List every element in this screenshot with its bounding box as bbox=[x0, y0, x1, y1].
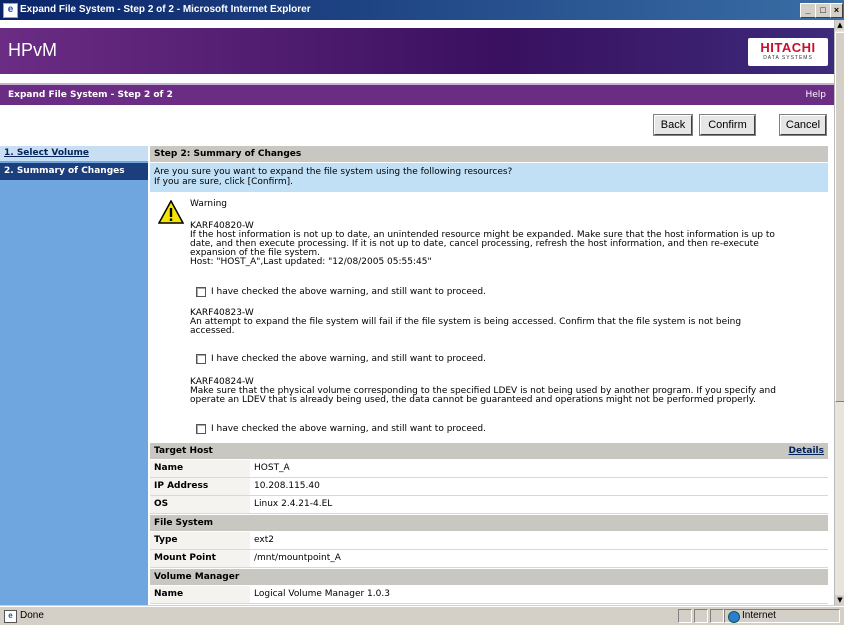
page-title-bar: Expand File System - Step 2 of 2 Help bbox=[0, 83, 834, 105]
table-row: Mount Point /mnt/mountpoint_A bbox=[150, 550, 828, 568]
close-icon[interactable]: × bbox=[830, 3, 843, 18]
sidebar-item-summary-of-changes: 2. Summary of Changes bbox=[0, 163, 148, 180]
checkbox-box[interactable] bbox=[196, 287, 206, 297]
acknowledge-checkbox[interactable]: I have checked the above warning, and st… bbox=[196, 354, 486, 364]
ie-logo-icon: e bbox=[3, 3, 18, 18]
app-banner: HPvM HITACHI DATA SYSTEMS bbox=[0, 28, 834, 74]
acknowledge-checkbox[interactable]: I have checked the above warning, and st… bbox=[196, 424, 486, 434]
table-row: OS Linux 2.4.21-4.EL bbox=[150, 496, 828, 514]
status-bar: e Done Internet bbox=[0, 606, 844, 625]
vertical-scrollbar[interactable]: ▲ ▼ bbox=[834, 20, 844, 605]
details-link[interactable]: Details bbox=[789, 443, 824, 459]
page-title: Expand File System - Step 2 of 2 bbox=[8, 90, 173, 100]
file-system-heading: File System bbox=[150, 515, 828, 531]
zone-label: Internet bbox=[742, 610, 776, 621]
warning-message: KARF40824-W Make sure that the physical … bbox=[190, 377, 776, 405]
main-content: Step 2: Summary of Changes Are you sure … bbox=[150, 146, 828, 605]
table-row: Name Logical Volume Manager 1.0.3 bbox=[150, 586, 828, 604]
scroll-thumb[interactable] bbox=[835, 32, 844, 402]
acknowledge-checkbox[interactable]: I have checked the above warning, and st… bbox=[196, 287, 486, 297]
minimize-icon[interactable]: _ bbox=[800, 3, 816, 18]
window-titlebar: e Expand File System - Step 2 of 2 - Mic… bbox=[0, 0, 844, 20]
confirm-button[interactable]: Confirm bbox=[699, 114, 756, 136]
product-name: HPvM bbox=[8, 40, 57, 60]
warning-icon bbox=[158, 200, 184, 224]
cancel-button[interactable]: Cancel bbox=[779, 114, 827, 136]
target-host-heading: Target Host Details bbox=[150, 443, 828, 459]
page-icon: e bbox=[4, 610, 17, 623]
status-text: Done bbox=[20, 610, 44, 621]
wizard-sidebar: 1. Select Volume 2. Summary of Changes bbox=[0, 146, 148, 605]
scroll-down-icon[interactable]: ▼ bbox=[835, 595, 844, 605]
step-heading: Step 2: Summary of Changes bbox=[150, 146, 828, 162]
help-link[interactable]: Help bbox=[805, 85, 826, 105]
internet-globe-icon bbox=[728, 611, 740, 623]
browser-viewport: HPvM HITACHI DATA SYSTEMS Expand File Sy… bbox=[0, 20, 834, 605]
maximize-icon[interactable]: □ bbox=[815, 3, 831, 18]
table-row: Name HOST_A bbox=[150, 460, 828, 478]
table-row: IP Address 10.208.115.40 bbox=[150, 478, 828, 496]
volume-manager-heading: Volume Manager bbox=[150, 569, 828, 585]
warning-message: KARF40820-W If the host information is n… bbox=[190, 221, 775, 267]
sidebar-item-select-volume[interactable]: 1. Select Volume bbox=[0, 146, 148, 161]
window-title: Expand File System - Step 2 of 2 - Micro… bbox=[20, 4, 311, 15]
checkbox-box[interactable] bbox=[196, 354, 206, 364]
back-button[interactable]: Back bbox=[653, 114, 693, 136]
scroll-up-icon[interactable]: ▲ bbox=[835, 20, 844, 30]
confirmation-prompt: Are you sure you want to expand the file… bbox=[150, 163, 828, 192]
checkbox-box[interactable] bbox=[196, 424, 206, 434]
hitachi-logo: HITACHI DATA SYSTEMS bbox=[748, 38, 828, 66]
warning-title: Warning bbox=[190, 199, 228, 209]
table-row: Type ext2 bbox=[150, 532, 828, 550]
warning-message: KARF40823-W An attempt to expand the fil… bbox=[190, 308, 742, 336]
